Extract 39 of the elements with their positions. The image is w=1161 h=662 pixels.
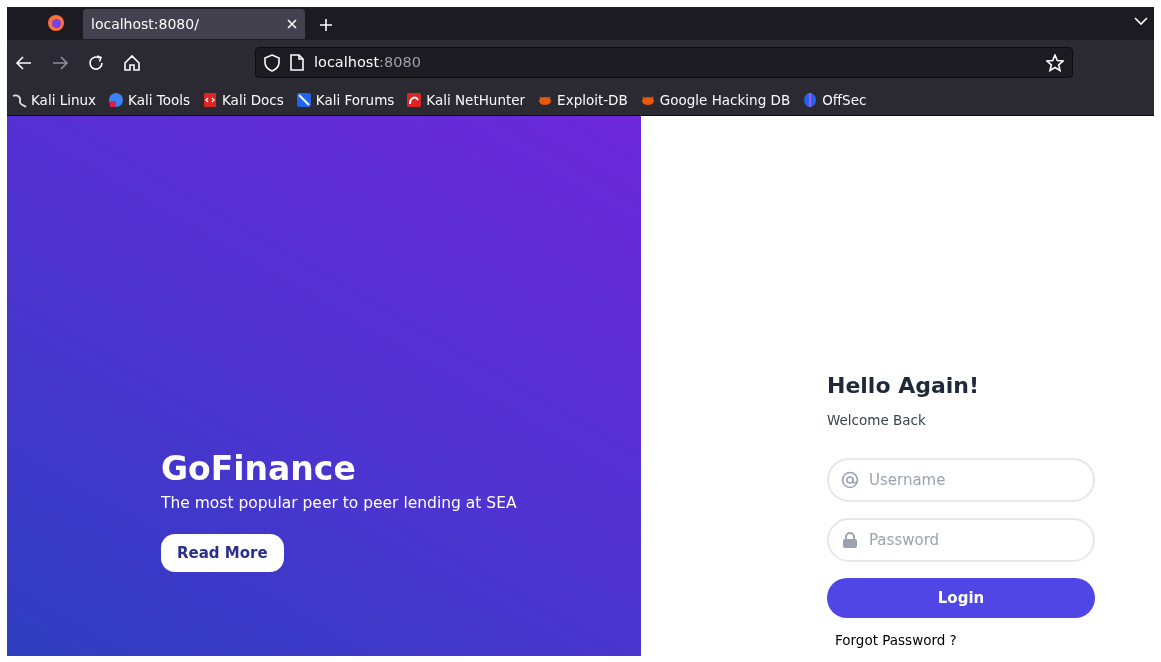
star-icon[interactable] (1046, 53, 1064, 72)
address-bar[interactable]: localhost:8080 (255, 47, 1073, 78)
browser-tab[interactable]: localhost:8080/ (83, 9, 305, 39)
bookmark-icon (802, 92, 819, 108)
back-icon[interactable] (15, 53, 33, 72)
bookmark-link[interactable]: Exploit-DB (537, 89, 628, 111)
bookmark-icon (11, 92, 27, 108)
password-field[interactable]: Password (827, 517, 1095, 562)
username-field[interactable]: Username (827, 457, 1095, 502)
bookmark-link[interactable]: Kali NetHunter (406, 89, 526, 111)
reload-icon[interactable] (87, 53, 105, 72)
bookmark-link[interactable]: OffSec (802, 89, 867, 111)
bookmark-link[interactable]: Kali Tools (108, 89, 190, 111)
bookmark-icon (295, 92, 312, 108)
close-icon[interactable] (287, 19, 297, 29)
hero-subtitle: The most popular peer to peer lending at SEA (161, 493, 518, 515)
at-icon (841, 470, 859, 489)
hero-title: GoFinance (161, 448, 357, 489)
bookmark-link[interactable]: Kali Linux (11, 89, 97, 111)
url-text: localhost:8080 (314, 52, 421, 72)
forgot-password-link[interactable]: Forgot Password ? (835, 629, 957, 650)
forward-icon[interactable] (51, 53, 69, 72)
chevron-down-icon[interactable] (1134, 16, 1148, 26)
bookmark-icon (108, 92, 125, 108)
bookmark-link[interactable]: Kali Forums (295, 89, 395, 111)
bookmark-icon (406, 92, 423, 108)
login-button[interactable]: Login (827, 577, 1095, 618)
tab-title: localhost:8080/ (91, 14, 199, 34)
lock-icon (841, 530, 859, 549)
page-icon (290, 54, 304, 71)
bookmark-link[interactable]: Kali Docs (202, 89, 284, 111)
shield-icon (264, 53, 280, 72)
read-more-button[interactable]: Read More (161, 533, 284, 572)
bookmark-icon (202, 92, 218, 108)
login-subtitle: Welcome Back (827, 410, 927, 430)
bookmark-link[interactable]: Google Hacking DB (639, 89, 791, 111)
new-tab-icon[interactable] (319, 18, 333, 32)
login-title: Hello Again! (827, 373, 981, 400)
home-icon[interactable] (123, 53, 141, 72)
